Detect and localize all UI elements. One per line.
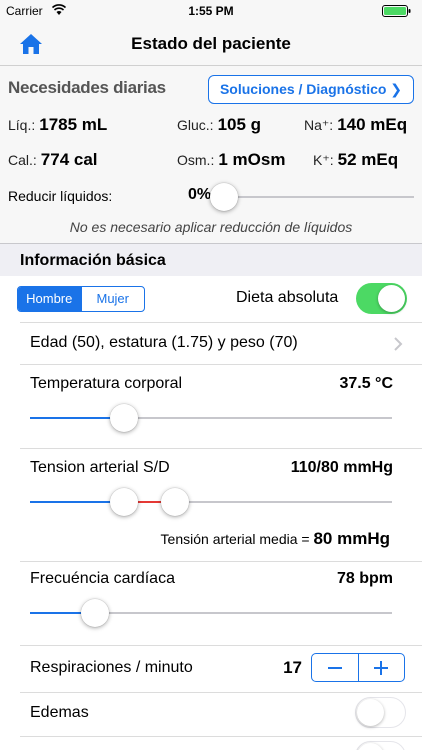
reduce-liquids-slider-track[interactable] xyxy=(224,196,414,198)
liquids-metric: Líq.: 1785 mL xyxy=(8,115,107,135)
diastolic-slider-thumb[interactable] xyxy=(110,488,139,516)
heart-rate-label: Frecuéncia cardíaca xyxy=(30,570,175,587)
respirations-label: Respiraciones / minuto xyxy=(30,659,193,676)
navigation-bar: Estado del paciente xyxy=(0,22,422,66)
temperature-value: 37.5 °C xyxy=(339,375,393,392)
row-divider xyxy=(20,448,422,449)
toggle-knob xyxy=(356,698,384,726)
osmolarity-label: Osm.: xyxy=(177,152,215,168)
potassium-metric: K⁺: 52 mEq xyxy=(313,150,398,170)
row-divider xyxy=(20,322,422,323)
calories-metric: Cal.: 774 cal xyxy=(8,150,98,170)
liquids-value: 1785 mL xyxy=(39,115,108,134)
heart-rate-slider-thumb[interactable] xyxy=(81,599,110,627)
row-divider xyxy=(20,364,422,365)
row-divider xyxy=(20,692,422,693)
sodium-value: 140 mEq xyxy=(337,115,408,134)
temperature-label: Temperatura corporal xyxy=(30,375,183,392)
reduce-liquids-label: Reducir líquidos: xyxy=(8,188,113,204)
sex-segmented-control[interactable]: Hombre Mujer xyxy=(17,286,145,312)
row-divider xyxy=(20,736,422,737)
solutions-diagnosis-button[interactable]: Soluciones / Diagnóstico ❯ xyxy=(208,75,414,104)
glucose-value: 105 g xyxy=(217,115,262,134)
mean-arterial-pressure: Tensión arterial media = 80 mmHg xyxy=(161,529,390,549)
battery-icon xyxy=(382,5,411,17)
fasting-diet-toggle[interactable] xyxy=(356,283,407,314)
calories-value: 774 cal xyxy=(40,150,98,169)
row-divider xyxy=(20,561,422,562)
page-title: Estado del paciente xyxy=(131,34,291,53)
glucose-metric: Gluc.: 105 g xyxy=(177,115,261,135)
glucose-label: Gluc.: xyxy=(177,117,214,133)
status-time: 1:55 PM xyxy=(188,4,234,18)
potassium-value: 52 mEq xyxy=(337,150,399,169)
demographics-row-label[interactable]: Edad (50), estatura (1.75) y peso (70) xyxy=(30,334,298,352)
map-value: 80 mmHg xyxy=(313,529,390,548)
fasting-diet-label: Dieta absoluta xyxy=(236,289,339,306)
reduce-liquids-value: 0% xyxy=(188,186,212,203)
edema-toggle[interactable] xyxy=(355,697,406,728)
increment-button[interactable] xyxy=(357,654,405,681)
potassium-label: K⁺: xyxy=(313,152,334,168)
respirations-value: 17 xyxy=(283,658,302,677)
plus-icon xyxy=(374,660,389,675)
daily-needs-summary: Necesidades diarias Soluciones / Diagnós… xyxy=(0,66,422,244)
decrement-button[interactable] xyxy=(312,654,358,681)
sodium-label: Na⁺: xyxy=(304,117,334,133)
chevron-right-icon[interactable] xyxy=(393,336,403,352)
toggle-knob xyxy=(378,285,405,312)
osmolarity-metric: Osm.: 1 mOsm xyxy=(177,150,285,170)
toggle-knob xyxy=(356,742,384,750)
next-row-toggle[interactable] xyxy=(355,741,406,750)
osmolarity-value: 1 mOsm xyxy=(218,150,286,169)
blood-pressure-label: Tension arterial S/D xyxy=(30,459,170,476)
blood-pressure-value: 110/80 mmHg xyxy=(290,459,393,476)
heart-rate-value: 78 bpm xyxy=(336,570,393,587)
sodium-metric: Na⁺: 140 mEq xyxy=(304,115,407,135)
status-bar: Carrier 1:55 PM xyxy=(0,0,422,22)
basic-info-section-header: Información básica xyxy=(0,244,422,276)
reduce-liquids-slider-thumb[interactable] xyxy=(210,183,238,211)
daily-needs-heading: Necesidades diarias xyxy=(8,78,166,97)
minus-icon xyxy=(327,666,342,669)
liquids-label: Líq.: xyxy=(8,117,36,133)
row-divider xyxy=(20,645,422,646)
temperature-slider-thumb[interactable] xyxy=(110,404,139,432)
reduce-liquids-note: No es necesario aplicar reducción de líq… xyxy=(69,219,353,235)
sex-option-female[interactable]: Mujer xyxy=(80,287,145,311)
sex-option-male[interactable]: Hombre xyxy=(18,287,81,311)
edema-label: Edemas xyxy=(30,704,89,721)
map-label: Tensión arterial media = xyxy=(160,531,314,547)
systolic-slider-thumb[interactable] xyxy=(160,488,189,516)
calories-label: Cal.: xyxy=(8,152,37,168)
basic-info-heading: Información básica xyxy=(20,252,166,269)
respirations-stepper[interactable] xyxy=(311,653,405,682)
